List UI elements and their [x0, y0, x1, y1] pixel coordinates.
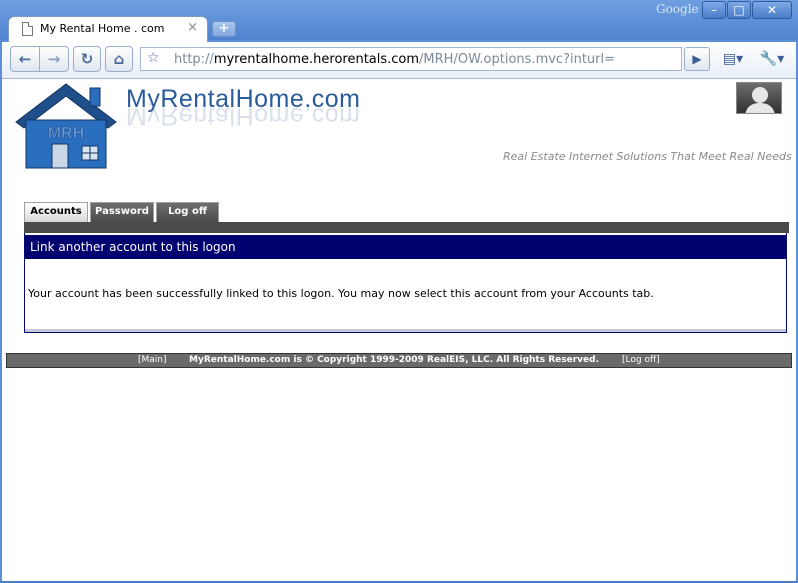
- content-panel: Link another account to this logon Your …: [24, 233, 787, 333]
- back-button[interactable]: ←: [10, 46, 40, 72]
- tab-title: My Rental Home . com: [40, 22, 165, 35]
- url-scheme: http://: [174, 52, 214, 67]
- title-bar: My Rental Home . com × + Google – □ ✕: [0, 0, 798, 42]
- user-avatar[interactable]: [736, 82, 782, 114]
- footer-main-link[interactable]: [Main]: [138, 354, 167, 367]
- page-menu-button[interactable]: ▤▾: [716, 47, 750, 71]
- tab-underline-bar: [24, 222, 789, 233]
- url-text[interactable]: http://myrentalhome.herorentals.com/MRH/…: [174, 52, 615, 67]
- close-window-button[interactable]: ✕: [752, 1, 792, 19]
- page-content: MRH MyRentalHome.com MyRentalHome.com Re…: [2, 79, 796, 581]
- url-path: /MRH/OW.options.mvc?inturl=: [419, 52, 616, 67]
- address-bar[interactable]: ☆ http://myrentalhome.herorentals.com/MR…: [140, 47, 682, 71]
- minimize-button[interactable]: –: [702, 1, 726, 19]
- page-icon: [22, 22, 33, 36]
- success-message: Your account has been successfully linke…: [28, 287, 654, 300]
- go-button[interactable]: ▶: [684, 47, 710, 71]
- browser-tab[interactable]: My Rental Home . com ×: [8, 16, 208, 42]
- panel-heading: Link another account to this logon: [25, 235, 786, 259]
- panel-bottom-border: [25, 329, 786, 332]
- logo-lettering: MRH: [48, 125, 84, 142]
- url-host: myrentalhome.herorentals.com: [213, 52, 420, 67]
- forward-button[interactable]: →: [39, 46, 69, 72]
- bookmark-star-icon[interactable]: ☆: [147, 50, 160, 66]
- brand-label: Google: [656, 2, 699, 16]
- new-tab-button[interactable]: +: [212, 21, 236, 37]
- tab-log-off[interactable]: Log off: [156, 202, 219, 224]
- tab-accounts[interactable]: Accounts: [24, 202, 88, 224]
- reload-button[interactable]: ↻: [73, 46, 101, 72]
- maximize-button[interactable]: □: [727, 1, 751, 19]
- wrench-menu-button[interactable]: 🔧▾: [754, 47, 790, 71]
- tab-password[interactable]: Password: [90, 202, 154, 224]
- site-title-reflection: MyRentalHome.com: [126, 102, 361, 130]
- house-logo-icon: MRH: [15, 83, 117, 169]
- browser-window: My Rental Home . com × + Google – □ ✕ ← …: [0, 0, 798, 583]
- site-tagline: Real Estate Internet Solutions That Meet…: [503, 150, 792, 163]
- footer-log-off-link[interactable]: [Log off]: [622, 354, 660, 367]
- home-button[interactable]: ⌂: [105, 46, 133, 72]
- tab-close-icon[interactable]: ×: [187, 20, 198, 35]
- avatar-silhouette-icon: [745, 87, 775, 113]
- footer-bar: [Main] MyRentalHome.com is © Copyright 1…: [6, 353, 792, 368]
- browser-toolbar: ← → ↻ ⌂ ☆ http://myrentalhome.herorental…: [2, 42, 796, 79]
- footer-copyright: MyRentalHome.com is © Copyright 1999-200…: [189, 355, 599, 365]
